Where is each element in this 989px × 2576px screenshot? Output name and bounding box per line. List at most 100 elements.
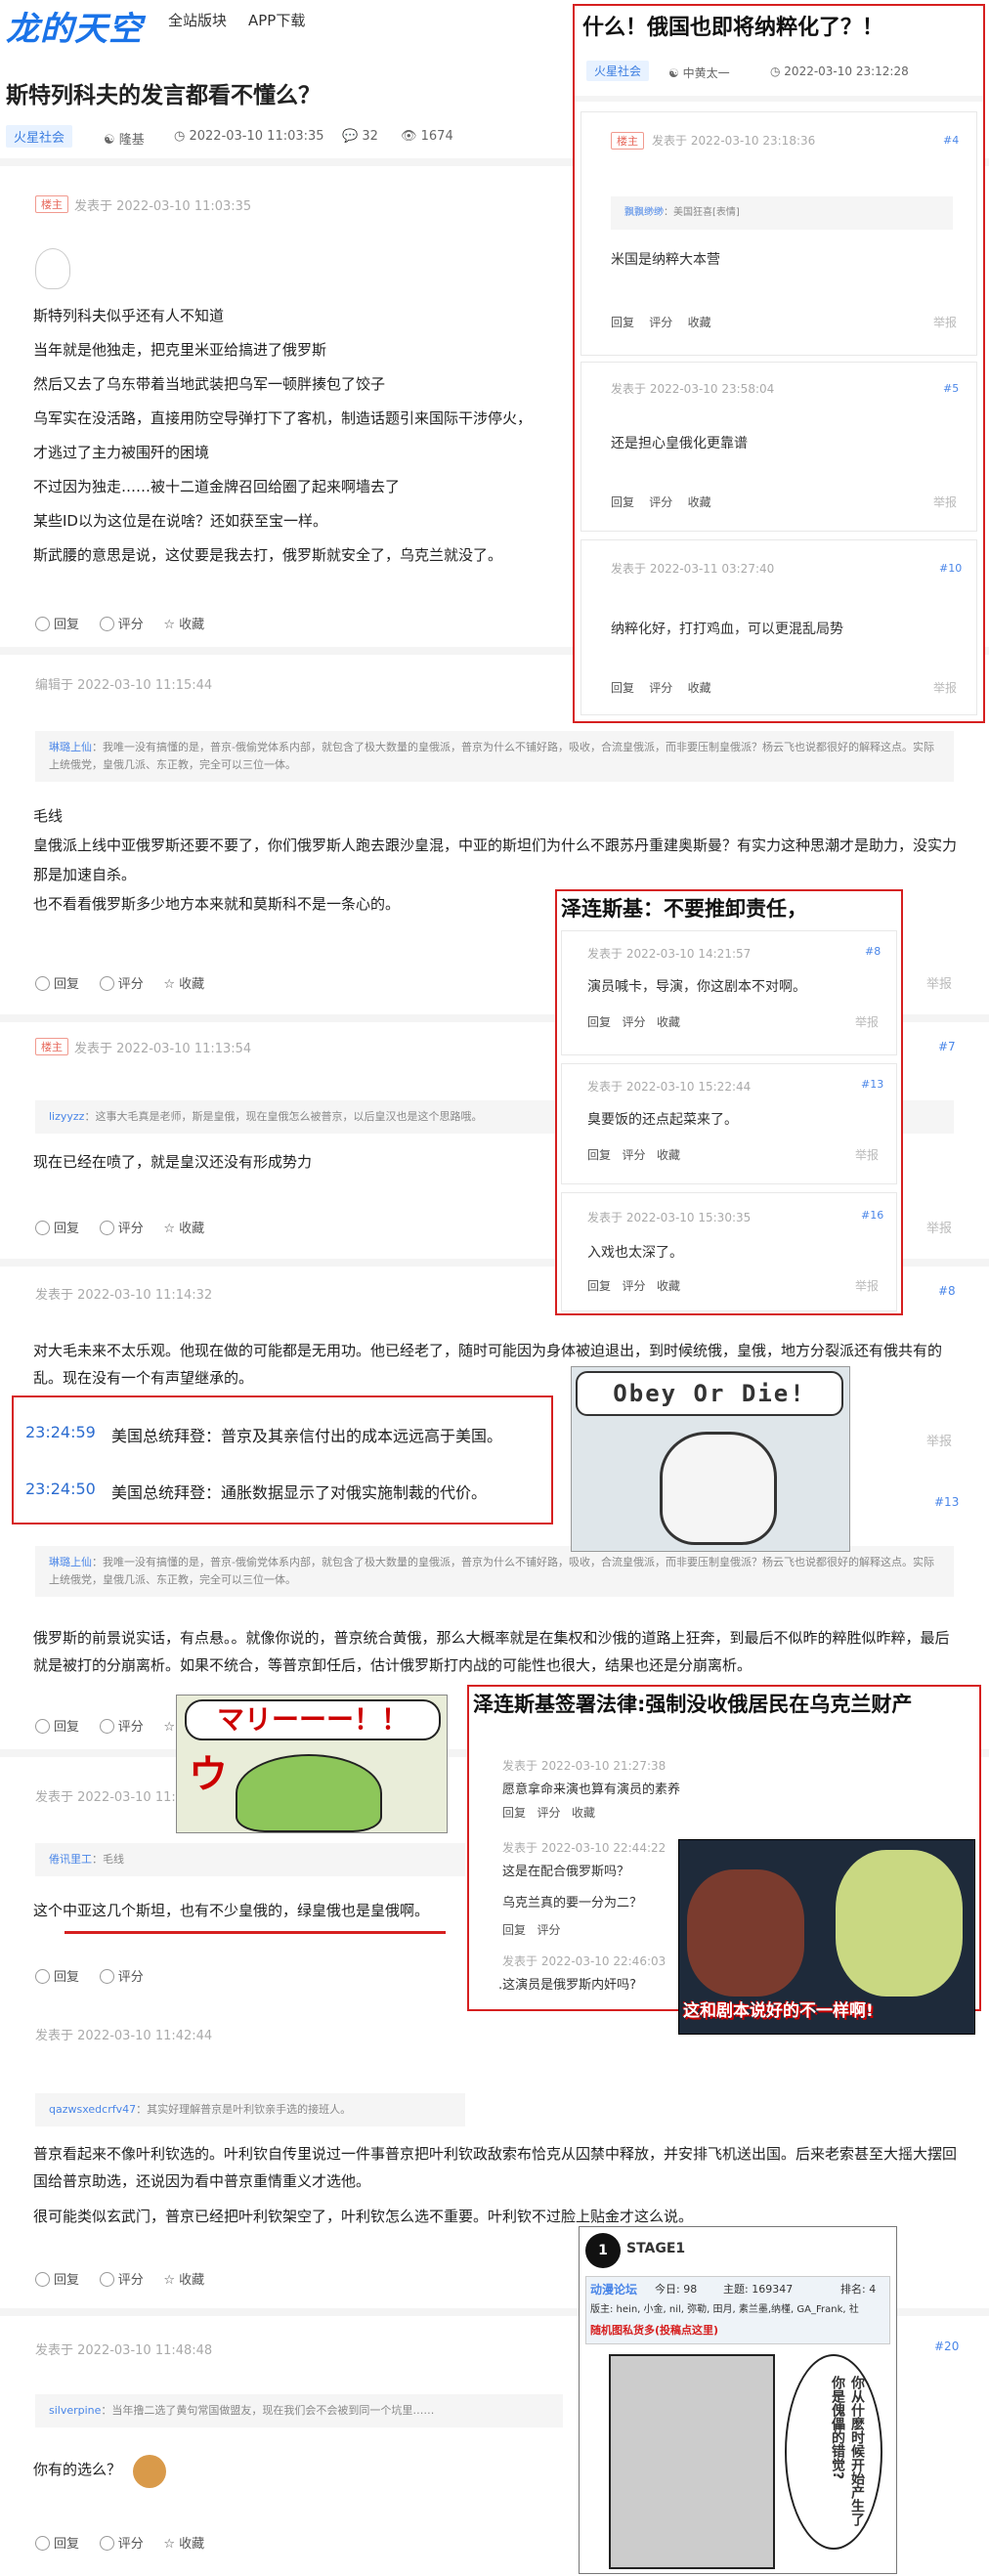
overlay-card: 发表于 2022-03-10 15:30:35 #16 入戏也太深了。 回复 评… — [561, 1192, 897, 1311]
report-link[interactable]: 举报 — [926, 973, 952, 992]
report-link[interactable]: 举报 — [855, 1146, 879, 1163]
fav-button[interactable]: 收藏 — [688, 495, 711, 509]
quote-user[interactable]: 倦讯里工 — [49, 1853, 92, 1866]
floor-number[interactable]: #8 — [865, 945, 881, 958]
fav-button[interactable]: ☆ 收藏 — [163, 977, 204, 992]
author-name[interactable]: 隆基 — [119, 133, 145, 148]
quote-user[interactable]: lizyyzz — [49, 1110, 84, 1123]
rate-button[interactable]: 评分 — [537, 1806, 560, 1820]
reply-icon — [35, 617, 50, 631]
reply-icon — [35, 976, 50, 991]
site-logo[interactable]: 龙的天空 — [6, 2, 143, 50]
reply-button[interactable]: 回复 — [611, 495, 634, 509]
forum-rank: 排名: 4 — [840, 2283, 877, 2296]
floor-number[interactable]: #7 — [938, 1040, 956, 1053]
reply-button[interactable]: 回复 — [587, 1015, 611, 1029]
rate-button[interactable]: 评分 — [649, 495, 672, 509]
card-actions: 回复 评分 收藏 — [587, 1146, 680, 1163]
reply-button[interactable]: 回复 — [611, 681, 634, 695]
stage-label: STAGE1 — [626, 2241, 686, 2256]
quote-block: 琳璐上仙：我唯一没有搞懂的是，普京-俄偷党体系内部，就包含了极大数量的皇俄派，普… — [35, 1546, 954, 1597]
forum-topics: 主题: 169347 — [723, 2283, 794, 2296]
rate-button[interactable]: 评分 — [99, 2272, 144, 2288]
post-actions: 回复 评分 ☆ 收藏 — [35, 1218, 204, 1236]
floor-number[interactable]: #13 — [934, 1495, 959, 1509]
reply-button[interactable]: 回复 — [35, 617, 79, 632]
quote-user[interactable]: 琳璐上仙 — [49, 741, 92, 753]
floor-number[interactable]: #8 — [938, 1284, 956, 1298]
overlay-card: 发表于 2022-03-10 22:44:22 这是在配合俄罗斯吗？ 乌克兰真的… — [493, 1839, 666, 1956]
nav-all-boards[interactable]: 全站版块 — [168, 10, 227, 30]
news-text[interactable]: 美国总统拜登：普京及其亲信付出的成本远远高于美国。 — [111, 1423, 502, 1446]
report-link[interactable]: 举报 — [933, 314, 957, 330]
fav-button[interactable]: ☆ 收藏 — [163, 2273, 204, 2288]
post-time: 编辑于 2022-03-10 11:15:44 — [35, 678, 213, 693]
rate-button[interactable]: 评分 — [537, 1923, 560, 1937]
post-line: 普京看起来不像叶利钦选的。叶利钦自传里说过一件事普京把叶利钦政敌索布恰克从囚禁中… — [33, 2145, 958, 2190]
reply-button[interactable]: 回复 — [502, 1923, 526, 1937]
post-actions: 回复 评分 ☆ 收藏 — [35, 614, 204, 632]
reply-button[interactable]: 回复 — [35, 2272, 79, 2288]
rate-button[interactable]: 评分 — [622, 1148, 645, 1162]
rate-button[interactable]: 评分 — [649, 681, 672, 695]
floor-number[interactable]: #5 — [943, 382, 959, 395]
rate-button[interactable]: 评分 — [649, 316, 672, 329]
fav-button[interactable]: 收藏 — [688, 681, 711, 695]
fav-button[interactable]: 收藏 — [688, 316, 711, 329]
reply-button[interactable]: 回复 — [35, 1221, 79, 1236]
reply-button[interactable]: 回复 — [35, 2536, 79, 2552]
card-time: 发表于 2022-03-10 22:46:03 — [502, 1954, 666, 1968]
quote-user[interactable]: 飘飘缈缈 — [624, 207, 664, 218]
report-link[interactable]: 举报 — [933, 494, 957, 510]
overlay-author: ☯ 中黄太一 — [668, 66, 730, 80]
quote-user[interactable]: qazwsxedcrfv47 — [49, 2103, 136, 2116]
forum-name[interactable]: 动漫论坛 — [590, 2281, 637, 2297]
reply-button[interactable]: 回复 — [35, 1969, 79, 1985]
post-body: 普京看起来不像叶利钦选的。叶利钦自传里说过一件事普京把叶利钦政敌索布恰克从囚禁中… — [33, 2140, 962, 2230]
floor-number[interactable]: #16 — [861, 1209, 883, 1222]
reply-button[interactable]: 回复 — [502, 1806, 526, 1820]
fav-button[interactable]: ☆ 收藏 — [163, 2537, 204, 2552]
floor-number[interactable]: #4 — [943, 134, 959, 147]
fav-button[interactable]: 收藏 — [657, 1279, 680, 1293]
floor-number[interactable]: #13 — [861, 1078, 883, 1091]
report-link[interactable]: 举报 — [926, 1218, 952, 1236]
rate-button[interactable]: 评分 — [99, 1719, 144, 1735]
rate-button[interactable]: 评分 — [99, 1969, 144, 1985]
manga-character-icon — [609, 2354, 775, 2569]
rate-button[interactable]: 评分 — [99, 2536, 144, 2552]
obey-meme-image: Obey Or Die! — [571, 1366, 850, 1552]
quote-user[interactable]: silverpine — [49, 2404, 101, 2417]
report-link[interactable]: 举报 — [855, 1277, 879, 1294]
fav-button[interactable]: 收藏 — [572, 1806, 595, 1820]
reply-button[interactable]: 回复 — [35, 1719, 79, 1735]
reply-button[interactable]: 回复 — [611, 316, 634, 329]
rate-button[interactable]: 评分 — [99, 976, 144, 992]
floor-number[interactable]: #10 — [939, 562, 962, 575]
report-link[interactable]: 举报 — [926, 1431, 952, 1449]
quote-user[interactable]: 琳璐上仙 — [49, 1556, 92, 1568]
forum-today: 今日: 98 — [655, 2283, 698, 2296]
reply-button[interactable]: 回复 — [35, 976, 79, 992]
news-text[interactable]: 美国总统拜登：通胀数据显示了对俄实施制裁的代价。 — [111, 1480, 487, 1503]
forum-tag[interactable]: 火星社会 — [6, 125, 73, 148]
anime-caption: 这和剧本说好的不一样啊! — [683, 2001, 874, 2021]
report-link[interactable]: 举报 — [855, 1013, 879, 1030]
reply-button[interactable]: 回复 — [587, 1148, 611, 1162]
fav-button[interactable]: ☆ 收藏 — [163, 1222, 204, 1236]
overlay-tag[interactable]: 火星社会 — [586, 61, 650, 81]
rate-button[interactable]: 评分 — [622, 1279, 645, 1293]
rate-button[interactable]: 评分 — [99, 617, 144, 632]
nav-app-download[interactable]: APP下载 — [248, 10, 305, 30]
card-text: 米国是纳粹大本营 — [611, 252, 720, 268]
rate-button[interactable]: 评分 — [622, 1015, 645, 1029]
fav-button[interactable]: 收藏 — [657, 1015, 680, 1029]
fav-button[interactable]: ☆ 收藏 — [163, 618, 204, 632]
floor-number[interactable]: #20 — [934, 2340, 959, 2353]
reply-button[interactable]: 回复 — [587, 1279, 611, 1293]
rate-button[interactable]: 评分 — [99, 1221, 144, 1236]
forum-banner[interactable]: 随机图私货多(投稿点这里) — [590, 2322, 718, 2338]
report-link[interactable]: 举报 — [933, 679, 957, 696]
fav-button[interactable]: 收藏 — [657, 1148, 680, 1162]
card-time: 发表于 2022-03-10 23:18:36 — [652, 134, 816, 148]
